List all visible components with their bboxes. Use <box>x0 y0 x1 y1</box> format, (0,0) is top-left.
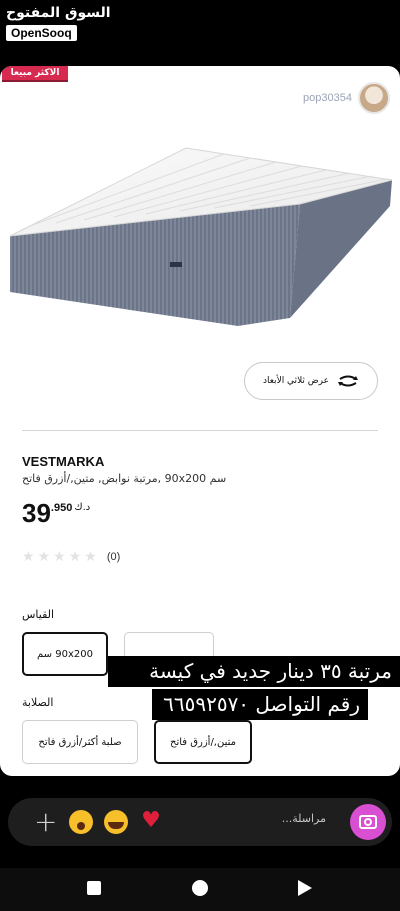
red-heart-emoji[interactable]: ♥ <box>139 809 163 833</box>
system-nav-bar <box>0 868 400 911</box>
reply-input[interactable]: مراسلة... <box>282 812 326 825</box>
brand-arabic: السوق المفتوح <box>6 5 111 21</box>
star-icon: ★ <box>53 549 66 565</box>
rating[interactable]: ★ ★ ★ ★ ★ (0) <box>22 550 120 564</box>
brand-english: OpenSooq <box>6 25 77 41</box>
product-price: 39 .950 د.ك <box>22 498 90 528</box>
firmness-option[interactable]: صلبة أكثر/أزرق فاتح <box>22 720 138 764</box>
star-icon: ★ <box>84 549 97 565</box>
firmness-label: الصلابة <box>22 696 54 709</box>
opensooq-logo: السوق المفتوح OpenSooq <box>6 4 111 41</box>
camera-lens-icon <box>364 818 372 826</box>
recents-button[interactable] <box>87 881 101 895</box>
plus-icon[interactable]: + <box>34 802 57 842</box>
star-icon: ★ <box>37 549 51 565</box>
home-button[interactable] <box>192 880 208 896</box>
view-3d-button[interactable]: عرض ثلاثي الأبعاد <box>244 362 378 400</box>
price-currency: د.ك <box>74 502 91 513</box>
price-integer: 39 <box>22 498 51 528</box>
story-caption-line2: رقم التواصل ٦٦٥٩٢٥٧٠ <box>152 689 368 720</box>
story-header: السوق المفتوح OpenSooq <box>0 0 400 66</box>
price-decimal: .950 <box>50 502 73 514</box>
size-label: القياس <box>22 608 55 621</box>
size-option-selected[interactable]: 90x200 سم <box>22 632 108 676</box>
star-icon: ★ <box>68 549 82 565</box>
rating-count: (0) <box>106 551 121 563</box>
product-description: سم 90x200 ,مرتبة نوابض, متين,/أزرق فاتح <box>22 472 227 485</box>
rotate-3d-icon <box>338 375 359 387</box>
story-caption-line1: مرتبة ٣٥ دينار جديد في كيسة <box>108 656 400 687</box>
back-button[interactable] <box>298 880 312 896</box>
seller-name[interactable]: pop30354 <box>303 92 352 104</box>
view-3d-label: عرض ثلاثي الأبعاد <box>262 376 330 386</box>
open-mouth-emoji[interactable] <box>69 810 93 834</box>
camera-button[interactable] <box>350 804 386 840</box>
star-icon: ★ <box>22 549 35 565</box>
product-screenshot-card: الاكثر مبيعا pop30354 عرض ثلاثي الأبعاد … <box>0 66 400 776</box>
seller-avatar[interactable] <box>358 82 390 114</box>
product-title: VESTMARKA <box>22 454 105 469</box>
firmness-option-selected[interactable]: متين,/أزرق فاتح <box>154 720 252 764</box>
bestseller-badge: الاكثر مبيعا <box>2 66 68 82</box>
laughing-tears-emoji[interactable] <box>104 810 128 834</box>
seller-info[interactable]: pop30354 <box>303 82 390 114</box>
reply-bar: + ♥ مراسلة... <box>8 798 392 846</box>
mattress-image <box>9 147 393 326</box>
divider <box>22 430 378 431</box>
